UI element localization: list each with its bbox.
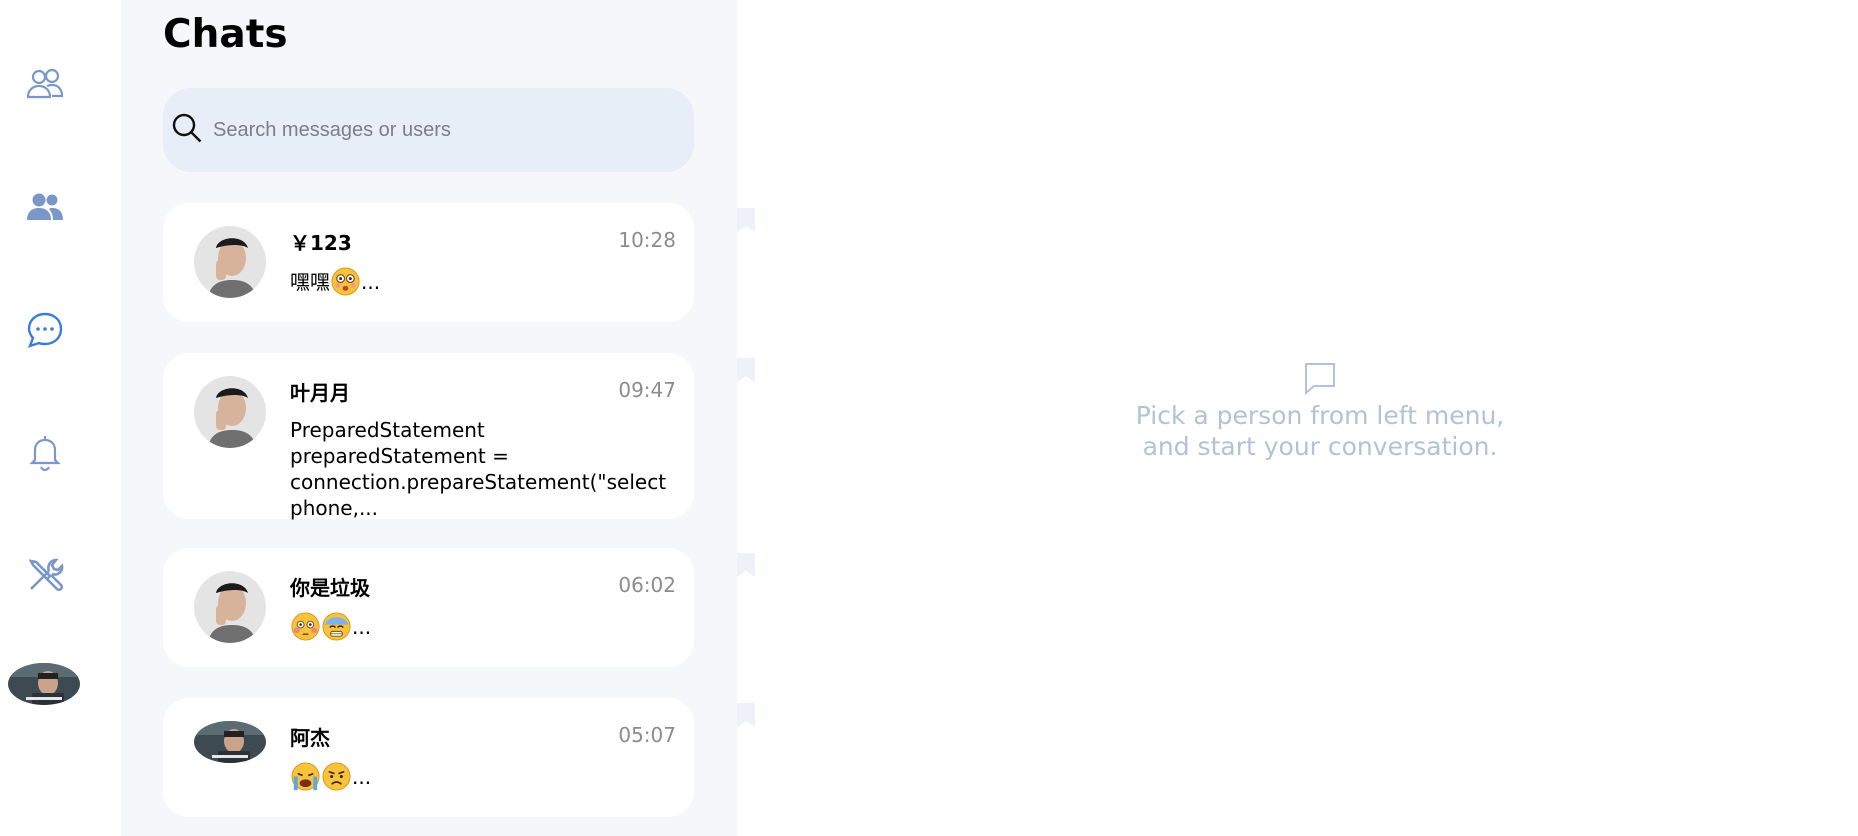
bookmark-icon[interactable] (737, 358, 755, 382)
chat-time: 05:07 (618, 723, 676, 747)
chat-list-item[interactable]: 叶月月 09:47 PreparedStatement preparedStat… (163, 353, 755, 521)
pouting-face-emoji (322, 762, 351, 791)
flushed-face-emoji (291, 612, 320, 641)
settings-tools-icon (28, 558, 64, 592)
groups-icon (27, 193, 63, 220)
search-input[interactable] (213, 110, 673, 150)
chat-list-item[interactable]: 你是垃圾 06:02 ... (163, 548, 755, 667)
chat-preview: PreparedStatement preparedStatement = co… (290, 417, 667, 521)
nav-groups-button[interactable] (21, 183, 69, 231)
nav-chats-button[interactable] (21, 306, 69, 354)
chat-preview: 嘿嘿 ... (290, 266, 665, 297)
nav-notifications-button[interactable] (21, 428, 69, 476)
chat-name: 你是垃圾 (290, 576, 370, 600)
left-nav-rail (0, 0, 121, 836)
dizzy-face-emoji (331, 267, 360, 296)
crying-face-emoji (291, 762, 320, 791)
chat-time: 06:02 (618, 573, 676, 597)
current-user-avatar[interactable] (8, 663, 80, 705)
chat-time: 10:28 (618, 228, 676, 252)
preview-text: PreparedStatement preparedStatement = co… (290, 418, 667, 520)
message-square-icon (1305, 363, 1335, 396)
chat-list-item[interactable]: 阿杰 05:07 ... (163, 698, 755, 817)
preview-ellipsis: ... (352, 764, 372, 789)
bookmark-icon[interactable] (737, 553, 755, 577)
preview-text: 嘿嘿 (290, 269, 330, 294)
chat-name: ￥123 (290, 231, 352, 255)
page-title: Chats (163, 12, 288, 57)
search-icon (172, 113, 202, 143)
empty-state: Pick a person from left menu, and start … (1120, 360, 1520, 462)
chats-icon (27, 312, 63, 348)
preview-ellipsis: ... (352, 614, 372, 639)
bookmark-icon[interactable] (737, 208, 755, 232)
chat-list-panel: Chats ￥123 10:28 嘿嘿 (121, 0, 755, 836)
search-box (163, 88, 694, 172)
cold-sweat-face-emoji (322, 612, 351, 641)
avatar (194, 721, 266, 763)
preview-ellipsis: ... (361, 269, 381, 294)
contacts-icon (26, 68, 64, 99)
chat-time: 09:47 (618, 378, 676, 402)
nav-settings-button[interactable] (21, 551, 69, 599)
avatar (194, 376, 266, 448)
chat-name: 叶月月 (290, 381, 350, 405)
empty-state-line-2: and start your conversation. (1142, 432, 1498, 461)
notifications-icon (29, 436, 61, 472)
chat-list-item[interactable]: ￥123 10:28 嘿嘿 ... (163, 203, 755, 322)
chat-preview: ... (290, 611, 665, 642)
empty-state-line-1: Pick a person from left menu, (1135, 401, 1505, 430)
chat-app: Chats ￥123 10:28 嘿嘿 (0, 0, 1858, 836)
nav-contacts-button[interactable] (21, 60, 69, 108)
avatar (194, 571, 266, 643)
bookmark-icon[interactable] (737, 703, 755, 727)
chat-preview: ... (290, 761, 665, 792)
avatar (194, 226, 266, 298)
chat-name: 阿杰 (290, 726, 330, 750)
